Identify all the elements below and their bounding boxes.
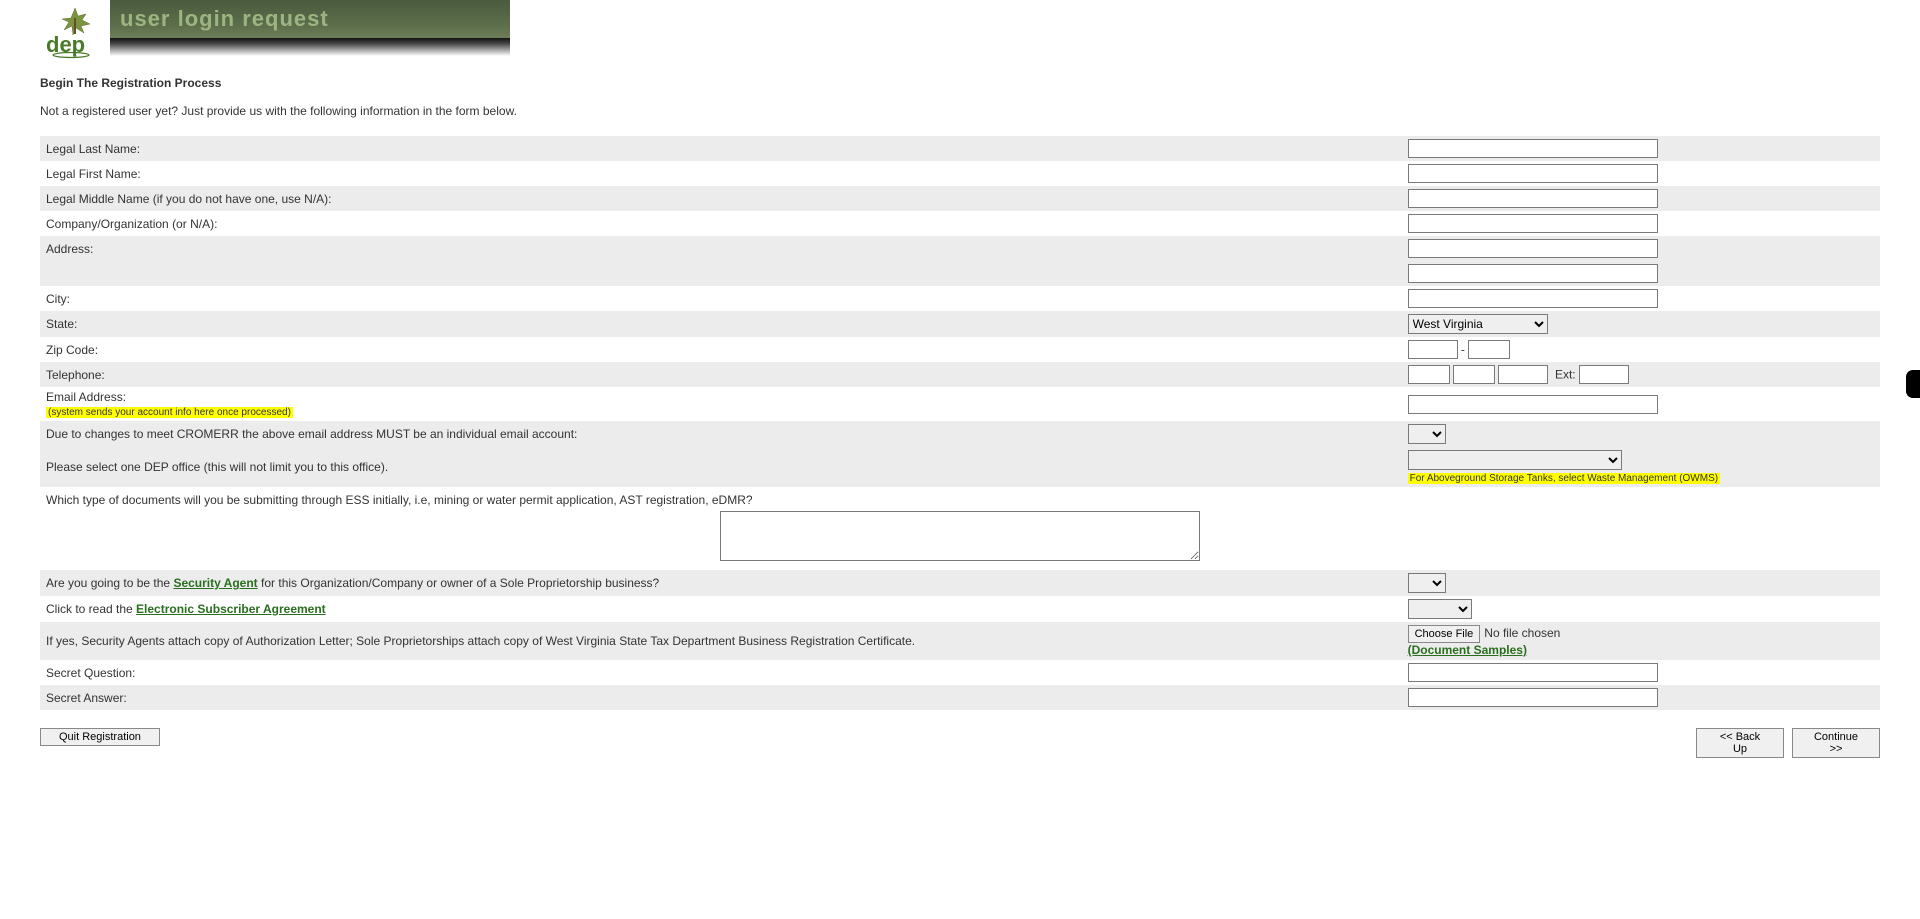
security-agent-select[interactable]	[1408, 573, 1446, 593]
quit-registration-button[interactable]: Quit Registration	[40, 728, 160, 746]
esa-select[interactable]	[1408, 599, 1472, 619]
label-secret-q: Secret Question:	[40, 660, 1402, 685]
phone-area-input[interactable]	[1408, 365, 1450, 384]
label-city: City:	[40, 286, 1402, 311]
label-state: State:	[40, 311, 1402, 337]
label-address2	[40, 261, 1402, 286]
label-dep-office: Please select one DEP office (this will …	[40, 447, 1402, 487]
file-status: No file chosen	[1484, 626, 1560, 640]
footer-buttons: Quit Registration << Back Up Continue >>	[40, 728, 1880, 758]
side-tab-icon[interactable]	[1906, 370, 1920, 398]
label-ext: Ext:	[1555, 368, 1576, 382]
label-esa: Click to read the Electronic Subscriber …	[40, 596, 1402, 622]
first-name-input[interactable]	[1408, 164, 1658, 183]
banner-shadow	[110, 38, 510, 56]
dep-logo: dep	[40, 6, 110, 60]
continue-button[interactable]: Continue >>	[1792, 728, 1880, 758]
banner-title-wrap: user login request	[110, 0, 510, 38]
phone-prefix-input[interactable]	[1453, 365, 1495, 384]
label-company: Company/Organization (or N/A):	[40, 211, 1402, 236]
company-input[interactable]	[1408, 214, 1658, 233]
cromerr-select[interactable]	[1408, 424, 1446, 444]
label-address: Address:	[40, 236, 1402, 261]
label-doc-types: Which type of documents will you be subm…	[40, 487, 1880, 570]
section-title: Begin The Registration Process	[40, 76, 1880, 90]
zip4-input[interactable]	[1468, 340, 1510, 359]
email-input[interactable]	[1408, 395, 1658, 414]
security-agent-link[interactable]: Security Agent	[173, 576, 257, 590]
phone-ext-input[interactable]	[1579, 365, 1629, 384]
label-first-name: Legal First Name:	[40, 161, 1402, 186]
city-input[interactable]	[1408, 289, 1658, 308]
address1-input[interactable]	[1408, 239, 1658, 258]
label-email: Email Address: (system sends your accoun…	[40, 387, 1402, 421]
last-name-input[interactable]	[1408, 139, 1658, 158]
label-middle-name: Legal Middle Name (if you do not have on…	[40, 186, 1402, 211]
label-cromerr: Due to changes to meet CROMERR the above…	[40, 421, 1402, 447]
dep-office-select[interactable]	[1408, 450, 1622, 470]
state-select[interactable]: West Virginia	[1408, 314, 1548, 334]
intro-text: Not a registered user yet? Just provide …	[40, 104, 1880, 118]
address2-input[interactable]	[1408, 264, 1658, 283]
email-note: (system sends your account info here onc…	[46, 407, 293, 418]
registration-form: Legal Last Name: Legal First Name: Legal…	[40, 136, 1880, 710]
document-samples-link[interactable]: (Document Samples)	[1408, 643, 1527, 657]
dep-office-note: For Aboveground Storage Tanks, select Wa…	[1408, 473, 1720, 484]
secret-answer-input[interactable]	[1408, 688, 1658, 707]
middle-name-input[interactable]	[1408, 189, 1658, 208]
doc-types-textarea[interactable]	[720, 511, 1200, 561]
secret-question-input[interactable]	[1408, 663, 1658, 682]
phone-line-input[interactable]	[1498, 365, 1548, 384]
zip-input[interactable]	[1408, 340, 1458, 359]
label-security-agent: Are you going to be the Security Agent f…	[40, 570, 1402, 596]
zip-separator: -	[1458, 343, 1469, 357]
page-title: user login request	[120, 6, 329, 32]
label-zip: Zip Code:	[40, 337, 1402, 362]
label-last-name: Legal Last Name:	[40, 136, 1402, 161]
label-attach: If yes, Security Agents attach copy of A…	[40, 622, 1402, 660]
label-secret-a: Secret Answer:	[40, 685, 1402, 710]
label-telephone: Telephone:	[40, 362, 1402, 387]
back-button[interactable]: << Back Up	[1696, 728, 1784, 758]
esa-link[interactable]: Electronic Subscriber Agreement	[136, 602, 326, 616]
choose-file-button[interactable]: Choose File	[1408, 625, 1481, 643]
header-banner: dep user login request	[40, 0, 1880, 60]
